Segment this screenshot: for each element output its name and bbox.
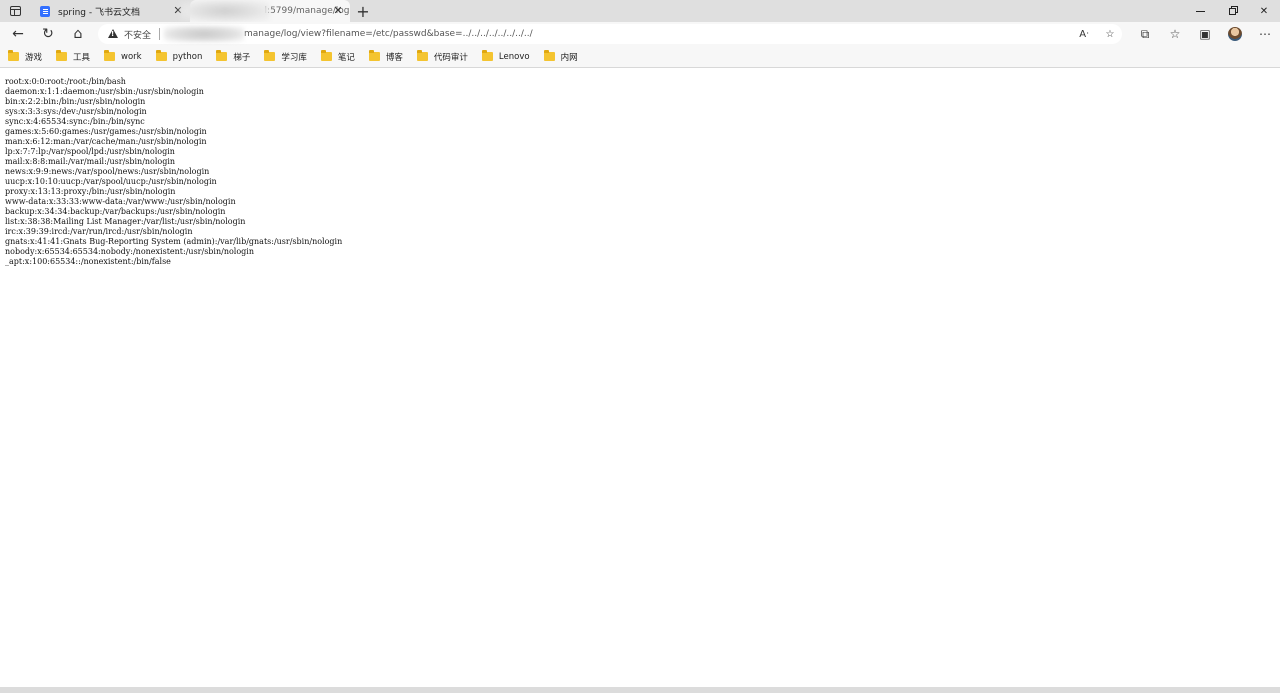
folder-icon: [543, 50, 555, 61]
url-text[interactable]: manage/log/view?filename=/etc/passwd&bas…: [244, 29, 533, 39]
tab-feishu[interactable]: spring - 飞书云文档 ✕: [30, 0, 190, 22]
file-line: news:x:9:9:news:/var/spool/news:/usr/sbi…: [5, 167, 210, 176]
bookmark-label: work: [121, 51, 142, 62]
bookmark-folder[interactable]: 游戏: [8, 50, 43, 63]
avatar: [1228, 27, 1242, 41]
file-line: games:x:5:60:games:/usr/games:/usr/sbin/…: [5, 127, 207, 136]
bookmark-label: 梯子: [233, 52, 251, 63]
close-window-icon[interactable]: ✕: [1248, 0, 1280, 22]
bookmark-label: 代码审计: [433, 52, 468, 63]
tab-strip: spring - 飞书云文档 ✕ l:5799/manage/log ✕ + ✕: [0, 0, 1280, 22]
bookmark-label: 游戏: [25, 52, 43, 63]
bookmark-folder[interactable]: 笔记: [320, 50, 355, 63]
folder-icon: [155, 50, 167, 61]
bookmark-label: 学习库: [281, 52, 307, 63]
file-line: root:x:0:0:root:/root:/bin/bash: [5, 77, 126, 86]
address-bar[interactable]: 不安全 manage/log/view?filename=/etc/passwd…: [98, 24, 1122, 44]
workspaces-icon[interactable]: [0, 0, 30, 22]
file-line: daemon:x:1:1:daemon:/usr/sbin:/usr/sbin/…: [5, 87, 204, 96]
bookmark-folder[interactable]: 代码审计: [416, 50, 468, 63]
window-controls: ✕: [1184, 0, 1280, 22]
folder-icon: [368, 50, 380, 61]
feishu-doc-icon: [40, 5, 50, 17]
extensions-icon[interactable]: ⧉: [1130, 22, 1160, 46]
bookmark-folder[interactable]: work: [104, 50, 142, 62]
warning-icon[interactable]: [108, 29, 118, 39]
bookmarks-bar: 游戏 工具 work python 梯子 学习库 笔记 博客 代码审计 Leno…: [0, 46, 1280, 68]
bookmark-folder[interactable]: 工具: [56, 50, 91, 63]
file-line: bin:x:2:2:bin:/bin:/usr/sbin/nologin: [5, 97, 146, 106]
more-icon[interactable]: ⋯: [1250, 22, 1280, 46]
folder-icon: [216, 50, 228, 61]
back-arrow-icon[interactable]: ←: [3, 22, 33, 46]
file-line: gnats:x:41:41:Gnats Bug-Reporting System…: [5, 237, 343, 246]
folder-icon: [264, 50, 276, 61]
profile-avatar[interactable]: [1220, 22, 1250, 46]
redaction-blur: [180, 0, 270, 22]
bookmark-folder[interactable]: 内网: [543, 50, 578, 63]
folder-icon: [8, 50, 19, 61]
new-tab-icon[interactable]: +: [350, 0, 376, 22]
redacted-host: [164, 26, 245, 42]
bookmark-label: python: [172, 51, 203, 62]
folder-icon: [320, 50, 332, 61]
file-line: irc:x:39:39:ircd:/var/run/ircd:/usr/sbin…: [5, 227, 193, 236]
close-tab-icon[interactable]: ✕: [332, 5, 344, 17]
folder-icon: [481, 50, 493, 61]
bookmark-label: 工具: [73, 52, 91, 63]
file-line: www-data:x:33:33:www-data:/var/www:/usr/…: [5, 197, 236, 206]
file-line: list:x:38:38:Mailing List Manager:/var/l…: [5, 217, 246, 226]
page-content: root:x:0:0:root:/root:/bin/bash daemon:x…: [0, 69, 1280, 687]
bookmark-label: Lenovo: [498, 51, 530, 62]
browser-toolbar: ← ↻ ⌂ 不安全 manage/log/view?filename=/etc/…: [0, 22, 1280, 46]
divider: [159, 28, 161, 40]
folder-icon: [416, 50, 428, 61]
folder-icon: [56, 50, 68, 61]
file-line: mail:x:8:8:mail:/var/mail:/usr/sbin/nolo…: [5, 157, 176, 166]
file-line: _apt:x:100:65534::/nonexistent:/bin/fals…: [5, 257, 171, 266]
favorites-icon[interactable]: ☆: [1160, 22, 1190, 46]
file-line: uucp:x:10:10:uucp:/var/spool/uucp:/usr/s…: [5, 177, 217, 186]
file-line: sys:x:3:3:sys:/dev:/usr/sbin/nologin: [5, 107, 147, 116]
file-line: backup:x:34:34:backup:/var/backups:/usr/…: [5, 207, 226, 216]
bookmark-label: 博客: [385, 52, 403, 63]
add-favorite-icon[interactable]: ☆: [1104, 28, 1116, 40]
file-line: lp:x:7:7:lp:/var/spool/lpd:/usr/sbin/nol…: [5, 147, 175, 156]
security-label[interactable]: 不安全: [124, 28, 151, 41]
minimize-icon[interactable]: [1184, 0, 1216, 22]
file-line: sync:x:4:65534:sync:/bin:/bin/sync: [5, 117, 145, 126]
refresh-icon[interactable]: ↻: [33, 22, 63, 46]
bookmark-folder[interactable]: 梯子: [216, 50, 251, 63]
taskbar-edge: [0, 687, 1280, 693]
restore-icon[interactable]: [1216, 0, 1248, 22]
file-line: man:x:6:12:man:/var/cache/man:/usr/sbin/…: [5, 137, 207, 146]
file-line: nobody:x:65534:65534:nobody:/nonexistent…: [5, 247, 254, 256]
collections-icon[interactable]: ▣: [1190, 22, 1220, 46]
file-text: root:x:0:0:root:/root:/bin/bash daemon:x…: [5, 77, 342, 267]
tab-title: spring - 飞书云文档: [58, 7, 140, 18]
bookmark-label: 内网: [560, 52, 578, 63]
read-aloud-icon[interactable]: A͏ᐧ: [1078, 28, 1090, 40]
bookmark-folder[interactable]: Lenovo: [481, 50, 530, 62]
bookmark-folder[interactable]: python: [155, 50, 203, 62]
bookmark-label: 笔记: [337, 52, 355, 63]
file-line: proxy:x:13:13:proxy:/bin:/usr/sbin/nolog…: [5, 187, 176, 196]
home-icon[interactable]: ⌂: [63, 22, 93, 46]
bookmark-folder[interactable]: 博客: [368, 50, 403, 63]
folder-icon: [104, 50, 116, 61]
bookmark-folder[interactable]: 学习库: [264, 50, 307, 63]
